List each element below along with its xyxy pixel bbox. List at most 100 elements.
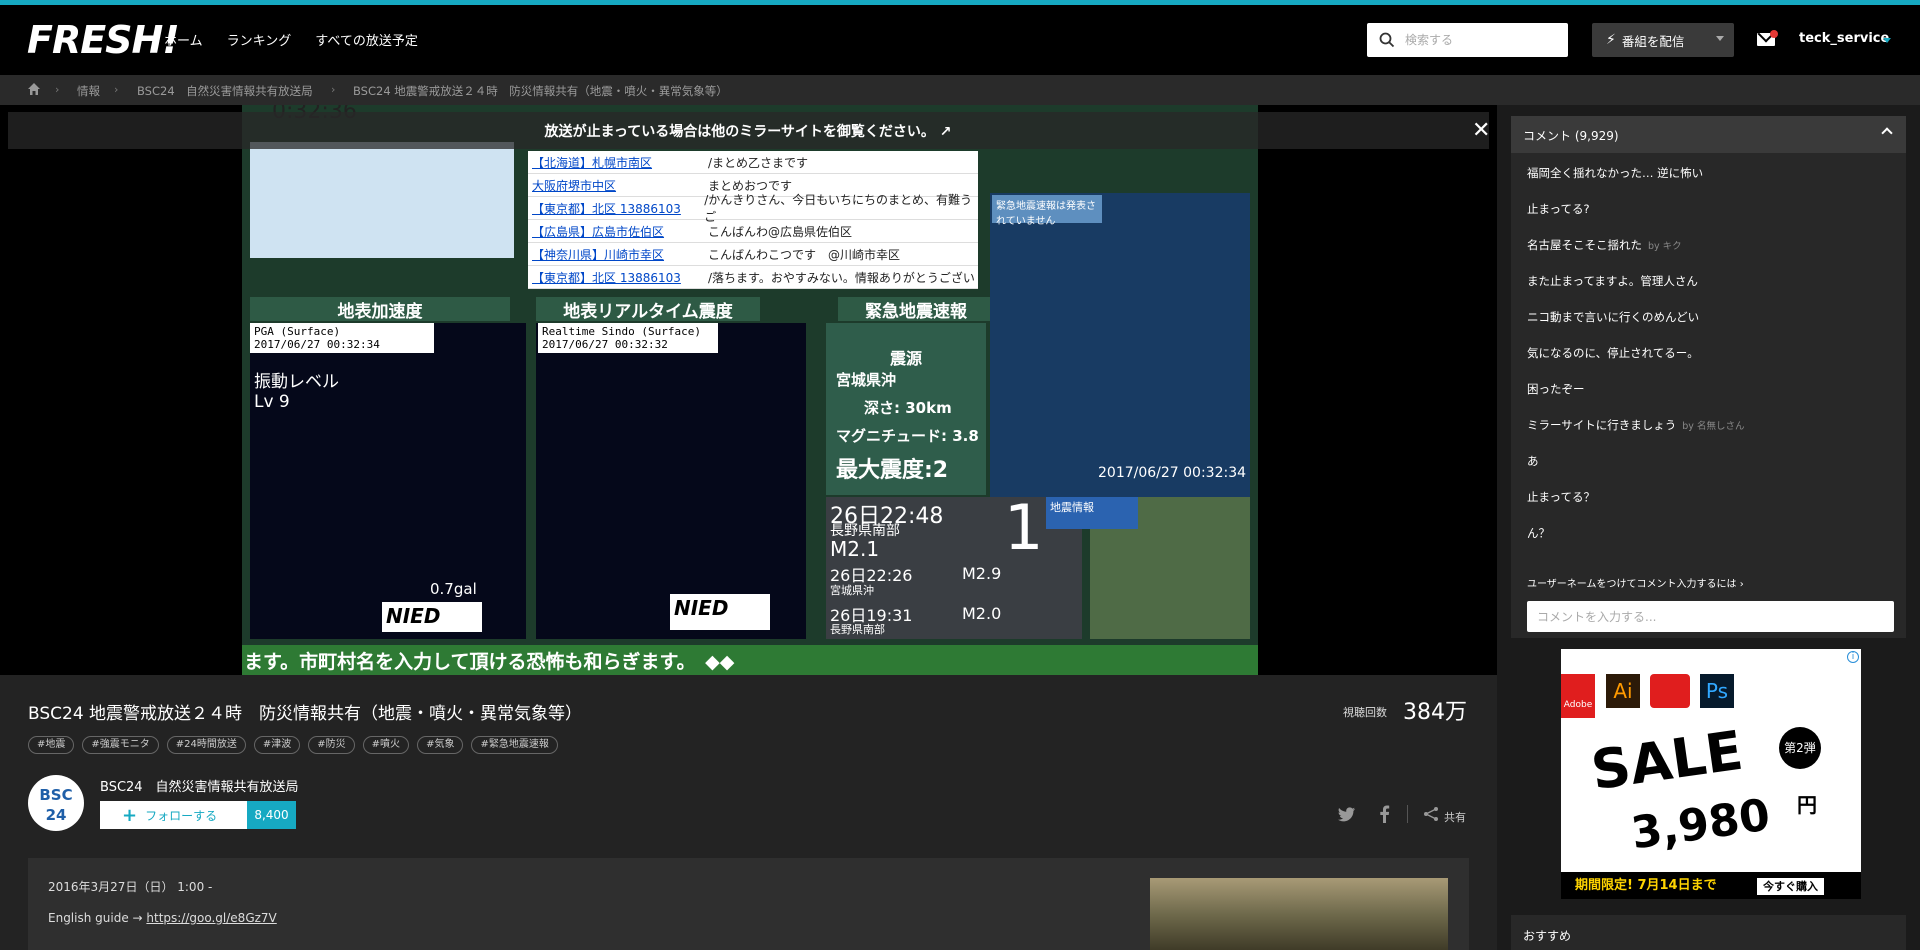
comment-text: ん？: [1527, 526, 1550, 540]
info-label: 地震情報: [1046, 497, 1138, 529]
breadcrumb-separator: ›: [331, 83, 336, 96]
search-input[interactable]: [1405, 29, 1560, 51]
twitter-icon[interactable]: [1338, 807, 1356, 822]
advertisement-banner[interactable]: i Adobe Ai Ps SALE 第2弾 3,980 円 期間限定! 7月1…: [1561, 649, 1861, 899]
adobe-logo: Adobe: [1561, 674, 1595, 718]
comment-input[interactable]: [1527, 601, 1894, 632]
map-time: 2017/06/27 00:32:34: [1098, 465, 1247, 481]
tag-item[interactable]: #地震: [28, 736, 75, 754]
comment-message: こんばんわ@広島県佐伯区: [708, 224, 853, 239]
comment-text: ニコ動まで言いに行くのめんどい: [1527, 310, 1700, 324]
breadcrumb: › 情報 › BSC24 自然災害情報共有放送局 › BSC24 地震警戒放送２…: [0, 75, 1920, 105]
label-realtime: 地表リアルタイム震度: [536, 297, 760, 322]
comment-item: 福岡全く揺れなかった… 逆に怖い: [1527, 165, 1887, 201]
pga-caption: PGA (Surface): [254, 325, 341, 338]
comment-item: また止まってますよ。管理人さん: [1527, 273, 1887, 309]
fresh-logo[interactable]: FRESH!: [27, 18, 180, 62]
login-to-comment-link[interactable]: ユーザーネームをつけてコメント入力するには ›: [1527, 575, 1744, 590]
channel-name[interactable]: BSC24 自然災害情報共有放送局: [100, 776, 299, 795]
video-frame[interactable]: 0:32:36 【北海道】札幌市南区/まとめ乙さまです 大阪府堺市中区まとめおつ…: [242, 105, 1258, 675]
ad-price: 3,980: [1628, 789, 1774, 860]
divider: [1407, 805, 1408, 823]
comment-text: あ: [1527, 454, 1539, 468]
tag-item[interactable]: #噴火: [362, 736, 410, 754]
home-icon[interactable]: [27, 82, 41, 96]
shindo-caption: Realtime Sindo (Surface): [542, 325, 701, 338]
nav-ranking[interactable]: ランキング: [227, 30, 292, 49]
ad-badge: 第2弾: [1779, 727, 1821, 769]
tag-item[interactable]: #防災: [308, 736, 355, 754]
breadcrumb-item-channel[interactable]: BSC24 自然災害情報共有放送局: [137, 83, 313, 99]
guide-link[interactable]: https://goo.gl/e8Gz7V: [146, 911, 276, 925]
gal-value: 0.7gal: [430, 580, 477, 598]
comment-item: 困ったぞー: [1527, 381, 1887, 417]
follower-count: 8,400: [247, 801, 296, 829]
main-nav: ホーム ランキング すべての放送予定: [164, 30, 442, 49]
external-link-icon: ↗: [939, 124, 952, 140]
video-comment-row: 【東京都】北区 13886103/かんきりさん、今日もいちにちのまとめ、有難うご: [528, 193, 978, 224]
creative-cloud-icon: [1650, 674, 1690, 708]
facebook-icon[interactable]: [1377, 805, 1391, 823]
share-label[interactable]: 共有: [1444, 809, 1466, 825]
site-header: FRESH! ホーム ランキング すべての放送予定 ⚡ 番組を配信 teck_s…: [0, 5, 1920, 75]
video-comment-row: 【東京都】北区 13886103/落ちます。おやすみない。情報ありがとうござい: [528, 266, 978, 289]
description-box: 2016年3月27日（日） 1:00 - English guide → htt…: [28, 858, 1469, 950]
recommend-title: おすすめ: [1523, 929, 1572, 943]
avatar[interactable]: BSC 24: [28, 775, 84, 831]
eew-source: 震源: [890, 349, 923, 368]
level-label: 振動レベル: [254, 372, 339, 392]
broadcast-label: 番組を配信: [1621, 33, 1685, 49]
login-link-label: ユーザーネームをつけてコメント入力するには: [1527, 579, 1737, 590]
views-count: 384万: [1403, 700, 1467, 725]
username[interactable]: teck_service: [1799, 31, 1889, 46]
description-thumbnail[interactable]: [1150, 878, 1448, 950]
tag-item[interactable]: #緊急地震速報: [471, 736, 558, 754]
comment-location: 大阪府堺市中区: [532, 178, 617, 193]
comment-text: 名古屋そこそこ揺れた: [1527, 238, 1642, 252]
news-ticker: ます。市町村名を入力して頂ける恐怖も和らぎます。 ◆◆: [242, 645, 1258, 675]
breadcrumb-item-info[interactable]: 情報: [77, 83, 100, 99]
nav-schedule[interactable]: すべての放送予定: [315, 30, 418, 49]
japan-map: [990, 193, 1250, 497]
comment-item: ミラーサイトに行きましょう by 名無しさん: [1527, 417, 1887, 453]
pga-time: 2017/06/27 00:32:34: [254, 338, 380, 351]
search-icon[interactable]: [1379, 32, 1395, 48]
comment-panel-header[interactable]: コメント (9,929): [1511, 116, 1906, 153]
close-icon[interactable]: ✕: [1472, 118, 1490, 143]
video-comment-table: 【北海道】札幌市南区/まとめ乙さまです 大阪府堺市中区 まとめおつです 【東京都】…: [528, 151, 978, 289]
comment-location: 【東京都】北区 13886103: [532, 270, 681, 285]
video-player[interactable]: 0:32:36 【北海道】札幌市南区/まとめ乙さまです 大阪府堺市中区まとめおつ…: [0, 105, 1497, 675]
recommend-section: おすすめ: [1511, 915, 1906, 950]
tag-item[interactable]: #気象: [417, 736, 464, 754]
mirror-notice-text[interactable]: 放送が止まっている場合は他のミラーサイトを御覧ください。 ↗: [298, 121, 1198, 141]
quake2-place: 宮城県沖: [830, 584, 874, 597]
comment-location: 【広島県】広島市佐伯区: [532, 224, 665, 239]
follow-label: フォローする: [145, 808, 218, 823]
chevron-up-icon[interactable]: [1881, 127, 1893, 139]
comment-item: ん？: [1527, 525, 1887, 561]
tag-item[interactable]: #津波: [253, 736, 301, 754]
ad-yen: 円: [1797, 793, 1817, 817]
ad-info-icon[interactable]: i: [1847, 651, 1859, 663]
tag-item[interactable]: #強震モニタ: [82, 736, 159, 754]
views-label: 視聴回数: [1343, 706, 1387, 719]
follow-button[interactable]: + フォローする: [100, 801, 247, 829]
tag-item[interactable]: #24時間放送: [166, 736, 246, 754]
comment-text: ミラーサイトに行きましょう: [1527, 418, 1677, 432]
chevron-right-icon: ›: [1739, 579, 1744, 590]
illustrator-icon: Ai: [1606, 674, 1640, 708]
shindo-caption-box: Realtime Sindo (Surface) 2017/06/27 00:32…: [538, 323, 718, 353]
comment-item: 止まってる?: [1527, 201, 1887, 237]
video-comment-row: 【北海道】札幌市南区/まとめ乙さまです: [528, 151, 978, 174]
comment-panel: コメント (9,929) 福岡全く揺れなかった… 逆に怖い 止まってる? 名古屋…: [1511, 116, 1906, 638]
comment-message: /まとめ乙さまです: [708, 155, 809, 170]
comment-text: 困ったぞー: [1527, 382, 1585, 396]
comment-message: /かんきりさん、今日もいちにちのまとめ、有難うご: [704, 193, 973, 224]
broadcast-button[interactable]: ⚡ 番組を配信: [1592, 23, 1734, 57]
level-value: Lv 9: [254, 392, 290, 412]
nav-home[interactable]: ホーム: [164, 30, 203, 49]
user-menu-chevron-icon[interactable]: [1883, 38, 1891, 43]
comment-item: 名古屋そこそこ揺れた by キク: [1527, 237, 1887, 273]
ad-buy-button[interactable]: 今すぐ購入: [1757, 878, 1824, 895]
share-icon[interactable]: [1423, 806, 1439, 822]
